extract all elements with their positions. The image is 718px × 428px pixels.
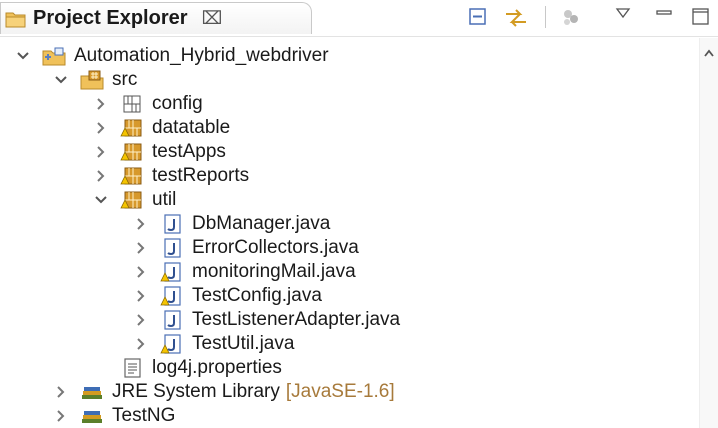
tree-label: testApps [152,141,226,162]
tree-label: DbManager.java [192,213,331,234]
tree-label: config [152,93,203,114]
link-with-editor-icon[interactable] [503,6,529,30]
source-folder-icon [80,70,104,90]
minimize-icon[interactable] [654,6,674,20]
chevron-right-icon[interactable] [92,116,110,140]
empty-package-icon [123,95,141,113]
package-warning-icon [120,119,142,137]
chevron-right-icon[interactable] [132,308,150,332]
chevron-right-icon[interactable] [52,404,70,428]
java-file-icon [164,310,181,330]
tree-label: TestListenerAdapter.java [192,309,401,330]
tree-item-datatable[interactable]: datatable [92,116,230,140]
tree-item-errorcollectors[interactable]: ErrorCollectors.java [132,236,359,260]
tree-label: log4j.properties [152,357,282,378]
tree-item-testng[interactable]: TestNG [52,404,175,428]
view-title-bar: Project Explorer ⌧ [0,0,718,37]
chevron-right-icon[interactable] [132,260,150,284]
jre-version-decoration: [JavaSE-1.6] [285,381,395,402]
tree-item-util[interactable]: util [92,188,176,212]
tree-item-testapps[interactable]: testApps [92,140,226,164]
java-file-warning-icon [160,286,181,306]
tree-item-jre-library[interactable]: JRE System Library [JavaSE-1.6] [52,380,395,404]
tree-label: monitoringMail.java [192,261,356,282]
tree-label: TestNG [112,405,176,426]
package-warning-icon [120,167,142,185]
package-warning-icon [120,191,142,209]
chevron-right-icon[interactable] [52,380,70,404]
tree-item-testlisteneradapter[interactable]: TestListenerAdapter.java [132,308,400,332]
tree-label: JRE System Library [112,381,280,402]
close-icon[interactable]: ⌧ [202,8,223,29]
chevron-up-icon[interactable] [703,48,715,58]
project-tree: Automation_Hybrid_webdriver src config d… [0,38,700,428]
java-file-icon [164,238,181,258]
chevron-right-icon[interactable] [132,284,150,308]
tree-label: src [112,69,138,90]
folder-icon [5,12,26,27]
tree-label: ErrorCollectors.java [192,237,359,258]
tree-item-testconfig[interactable]: TestConfig.java [132,284,322,308]
tab-project-explorer[interactable]: Project Explorer ⌧ [0,2,312,34]
maximize-icon[interactable] [690,6,712,28]
library-icon [82,411,102,423]
chevron-right-icon[interactable] [92,140,110,164]
tree-item-testutil[interactable]: TestUtil.java [132,332,294,356]
tree-item-dbmanager[interactable]: DbManager.java [132,212,330,236]
chevron-right-icon[interactable] [132,212,150,236]
tab-title: Project Explorer [33,7,188,29]
tree-label: datatable [152,117,231,138]
tree-item-monitoringmail[interactable]: monitoringMail.java [132,260,356,284]
properties-file-icon [124,358,141,378]
tree-label: Automation_Hybrid_webdriver [74,45,329,66]
library-icon [82,387,102,399]
chevron-right-icon[interactable] [92,164,110,188]
tree-item-log4j-properties[interactable]: log4j.properties [120,356,282,380]
tree-label: testReports [152,165,250,186]
vertical-scrollbar[interactable] [699,38,718,428]
tree-item-src[interactable]: src [52,68,137,92]
chevron-right-icon[interactable] [132,236,150,260]
chevron-right-icon[interactable] [92,92,110,116]
tree-label: TestConfig.java [192,285,322,306]
focus-icon[interactable] [560,6,582,28]
view-menu-icon[interactable] [615,6,631,20]
tree-label: TestUtil.java [192,333,295,354]
chevron-right-icon[interactable] [132,332,150,356]
java-file-warning-icon [160,262,181,282]
toolbar-separator [545,6,546,28]
project-icon [42,47,66,66]
package-warning-icon [120,143,142,161]
tree-item-testreports[interactable]: testReports [92,164,249,188]
collapse-all-icon[interactable] [468,6,488,28]
tree-item-config[interactable]: config [92,92,203,116]
tree-item-project[interactable]: Automation_Hybrid_webdriver [14,44,329,68]
chevron-down-icon[interactable] [52,68,70,92]
java-file-warning-icon [160,334,181,354]
java-file-icon [164,214,181,234]
tree-label: util [152,189,177,210]
chevron-down-icon[interactable] [14,44,32,68]
chevron-down-icon[interactable] [92,188,110,212]
